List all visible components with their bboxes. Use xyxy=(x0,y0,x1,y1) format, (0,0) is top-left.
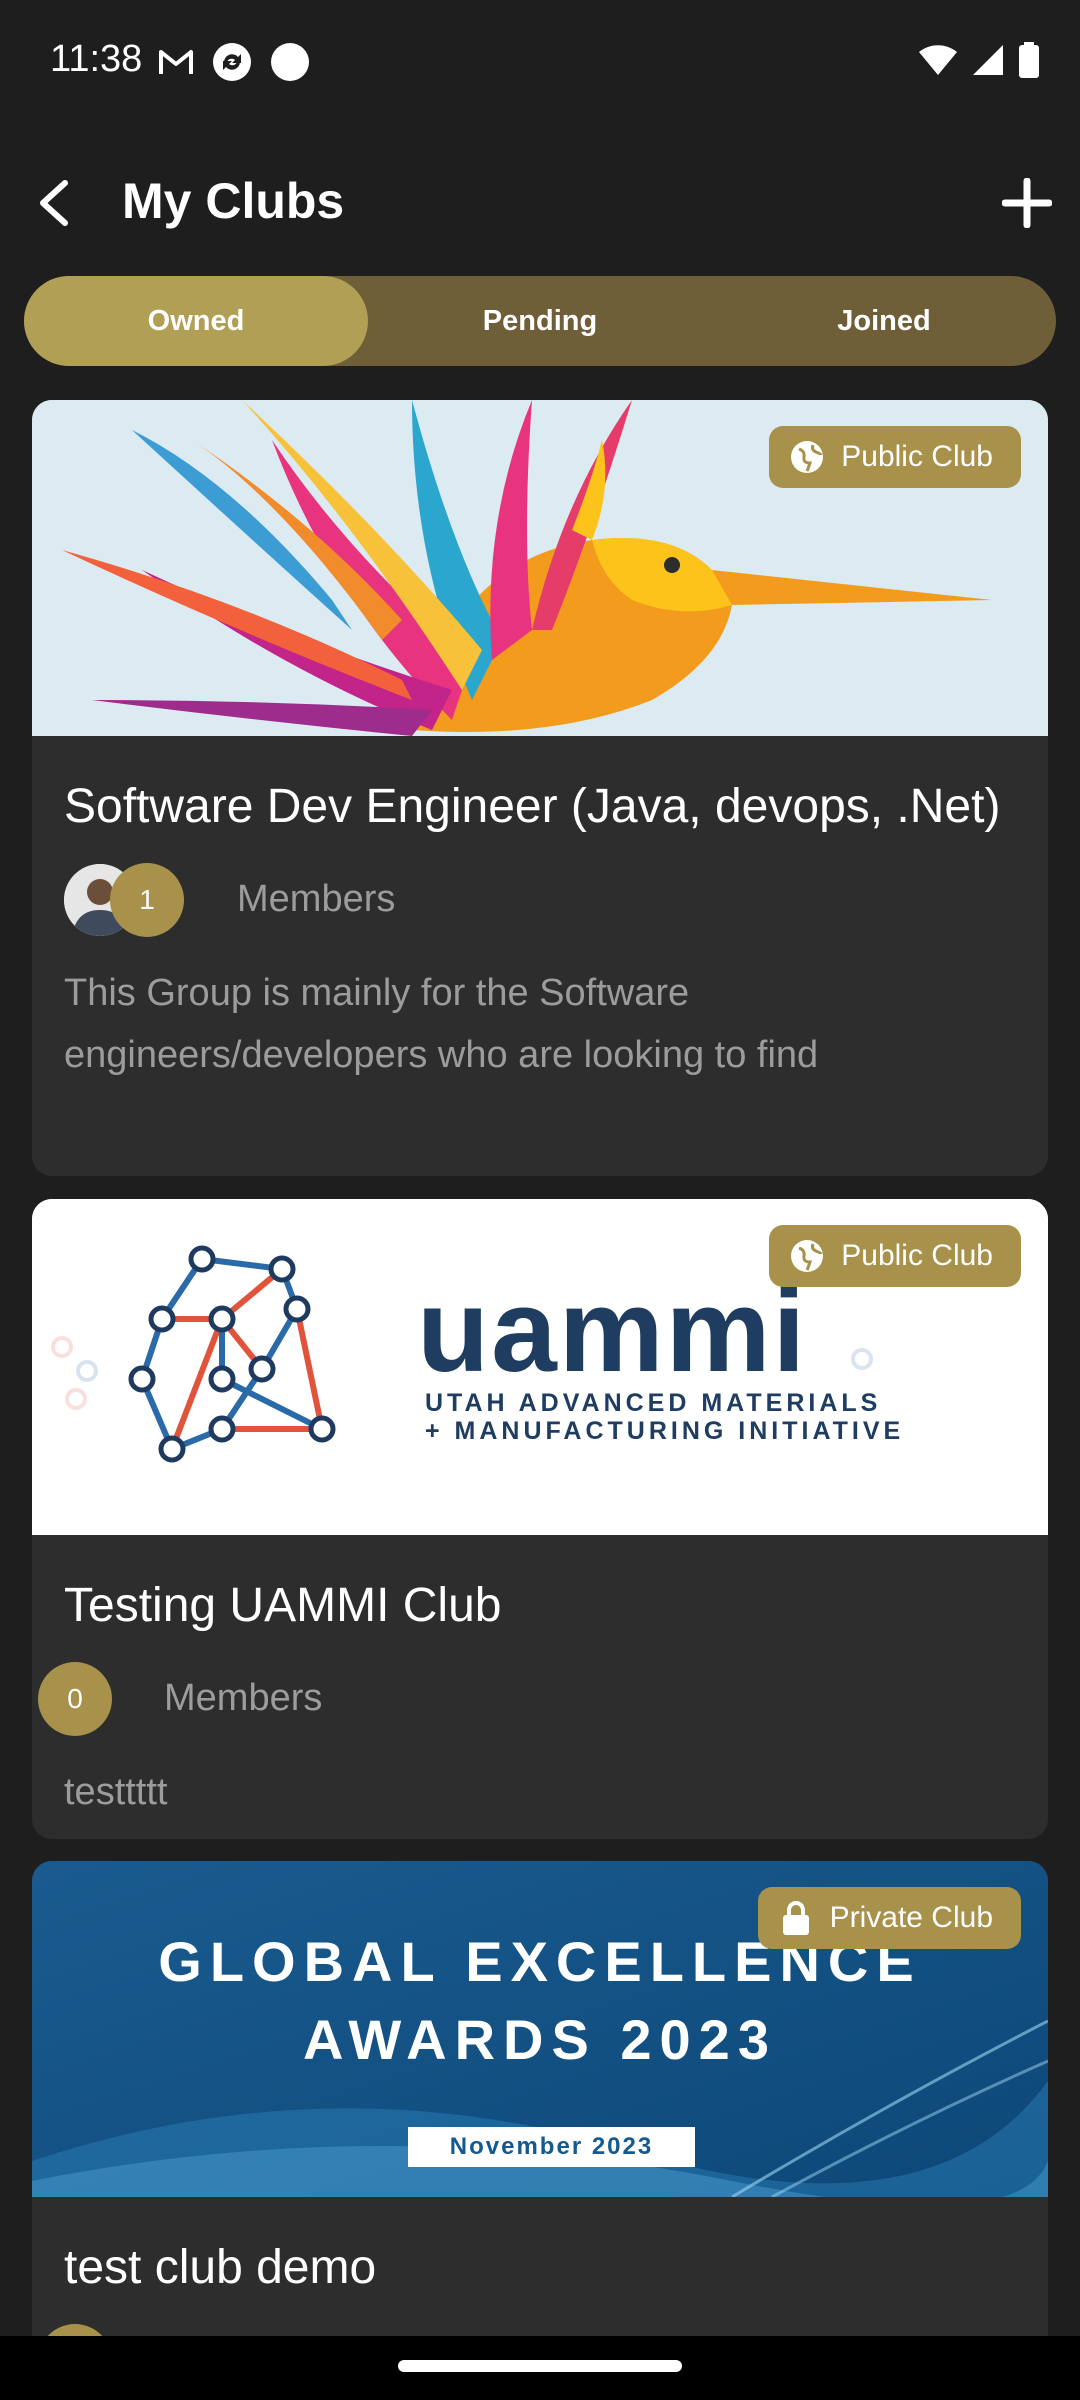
club-card[interactable]: uammi UTAH ADVANCED MATERIALS + MANUFACT… xyxy=(32,1199,1048,1839)
tab-pending[interactable]: Pending xyxy=(368,276,712,366)
public-club-badge: Public Club xyxy=(769,1225,1021,1287)
club-tabs: Owned Pending Joined xyxy=(24,276,1056,366)
dot-icon xyxy=(270,42,310,87)
members-count: 0 xyxy=(38,1662,112,1736)
club-description: testtttt xyxy=(64,1771,168,1813)
club-title: Testing UAMMI Club xyxy=(64,1579,502,1632)
tab-joined[interactable]: Joined xyxy=(712,276,1056,366)
members-count: 1 xyxy=(110,863,184,937)
globe-icon xyxy=(789,439,825,475)
status-bar: 11:38 xyxy=(0,0,1080,130)
signal-icon xyxy=(972,44,1004,81)
badge-label: Public Club xyxy=(841,1239,993,1272)
plus-icon xyxy=(1001,177,1053,233)
uammi-logo-line1: UTAH ADVANCED MATERIALS xyxy=(425,1389,882,1417)
club-title: test club demo xyxy=(64,2241,377,2294)
sync-icon xyxy=(212,42,252,87)
club-description: This Group is mainly for the Software en… xyxy=(64,972,819,1076)
back-arrow-icon xyxy=(35,179,75,232)
globe-icon xyxy=(789,1238,825,1274)
status-time: 11:38 xyxy=(50,38,143,80)
club-banner-image: Public Club xyxy=(32,400,1048,736)
add-club-button[interactable] xyxy=(992,170,1062,240)
back-button[interactable] xyxy=(20,170,90,240)
members-row: 1 Members xyxy=(32,858,1048,948)
badge-label: Public Club xyxy=(841,440,993,473)
status-icons-left xyxy=(158,42,310,87)
tab-owned[interactable]: Owned xyxy=(24,276,368,366)
gmail-icon xyxy=(158,47,194,82)
public-club-badge: Public Club xyxy=(769,426,1021,488)
lock-icon xyxy=(778,1900,814,1936)
home-gesture-handle[interactable] xyxy=(398,2360,682,2372)
awards-banner-date: November 2023 xyxy=(449,2133,654,2160)
battery-icon xyxy=(1018,42,1040,83)
members-label: Members xyxy=(237,878,396,920)
members-row: 0 Members xyxy=(32,1657,1048,1747)
uammi-logo-line2: + MANUFACTURING INITIATIVE xyxy=(425,1417,905,1445)
status-icons-right xyxy=(918,42,1040,83)
members-label: Members xyxy=(164,1677,323,1719)
uammi-logo-word: uammi xyxy=(417,1265,808,1397)
system-nav-bar xyxy=(0,2336,1080,2400)
app-header: My Clubs xyxy=(0,150,1080,260)
club-title: Software Dev Engineer (Java, devops, .Ne… xyxy=(64,780,1001,833)
club-banner-image: uammi UTAH ADVANCED MATERIALS + MANUFACT… xyxy=(32,1199,1048,1535)
badge-label: Private Club xyxy=(829,1901,993,1934)
wifi-icon xyxy=(918,44,958,81)
club-card[interactable]: GLOBAL EXCELLENCE AWARDS 2023 November 2… xyxy=(32,1861,1048,2381)
page-title: My Clubs xyxy=(122,173,345,229)
club-card[interactable]: Public Club Software Dev Engineer (Java,… xyxy=(32,400,1048,1176)
club-banner-image: GLOBAL EXCELLENCE AWARDS 2023 November 2… xyxy=(32,1861,1048,2197)
private-club-badge: Private Club xyxy=(757,1887,1021,1949)
awards-banner-line2: AWARDS 2023 xyxy=(303,2008,777,2071)
